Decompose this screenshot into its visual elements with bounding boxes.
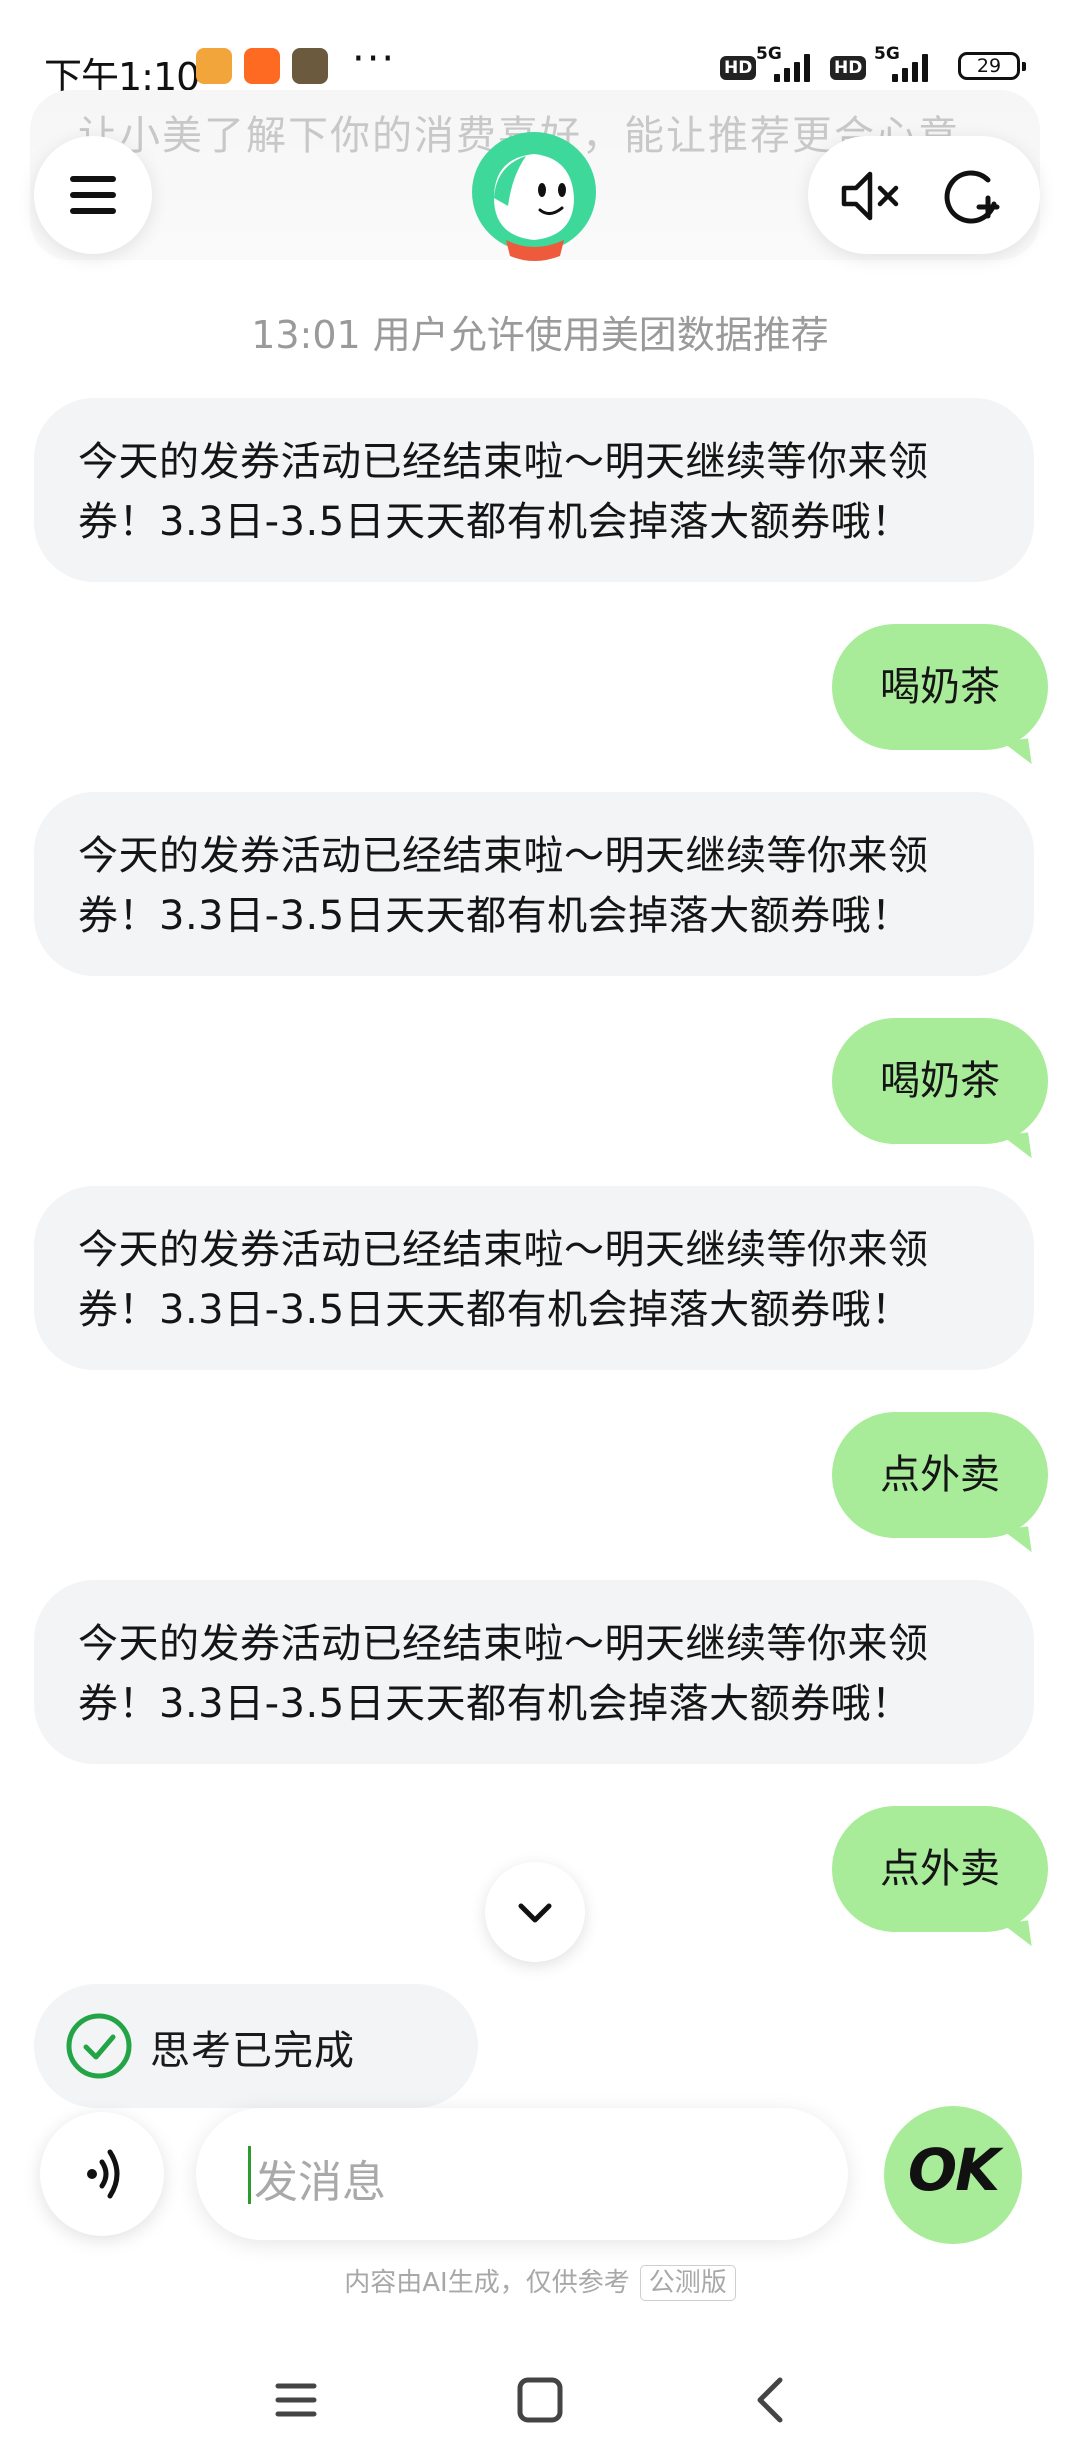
battery-icon: 29 xyxy=(958,52,1026,80)
app-root: 下午1:10 ··· HD 5G HD 5G 29 让小美了解下你的消费喜好，能… xyxy=(0,0,1080,2460)
signal-icon xyxy=(888,52,934,82)
assistant-message[interactable]: 今天的发券活动已经结束啦～明天继续等你来领 券！3.3日-3.5日天天都有机会掉… xyxy=(34,398,1034,582)
disclaimer-text: 内容由AI生成，仅供参考 xyxy=(344,2268,630,2298)
message-line: 券！3.3日-3.5日天天都有机会掉落大额券哦！ xyxy=(78,893,912,939)
signal-icon xyxy=(770,52,816,82)
user-message[interactable]: 喝奶茶 xyxy=(832,1018,1048,1144)
scroll-to-bottom-button[interactable] xyxy=(485,1862,585,1962)
text-caret xyxy=(248,2146,251,2204)
message-line: 今天的发券活动已经结束啦～明天继续等你来领 xyxy=(78,1227,929,1273)
ai-disclaimer: 内容由AI生成，仅供参考 公测版 xyxy=(0,2262,1080,2301)
message-line: 券！3.3日-3.5日天天都有机会掉落大额券哦！ xyxy=(78,499,912,545)
home-icon[interactable] xyxy=(500,2360,580,2440)
message-line: 券！3.3日-3.5日天天都有机会掉落大额券哦！ xyxy=(78,1287,912,1333)
assistant-message[interactable]: 今天的发券活动已经结束啦～明天继续等你来领 券！3.3日-3.5日天天都有机会掉… xyxy=(34,1580,1034,1764)
mascot-avatar[interactable] xyxy=(468,128,600,268)
user-message[interactable]: 喝奶茶 xyxy=(832,624,1048,750)
chevron-down-icon xyxy=(518,1903,552,1923)
send-button[interactable]: OK xyxy=(884,2106,1022,2244)
message-line: 券！3.3日-3.5日天天都有机会掉落大额券哦！ xyxy=(78,1681,912,1727)
hd-badge: HD xyxy=(720,56,757,80)
more-notifications-icon: ··· xyxy=(352,36,397,82)
message-line: 今天的发券活动已经结束啦～明天继续等你来领 xyxy=(78,439,929,485)
thinking-status-label: 思考已完成 xyxy=(150,2028,355,2074)
message-line: 今天的发券活动已经结束啦～明天继续等你来领 xyxy=(78,833,929,879)
back-icon[interactable] xyxy=(732,2360,812,2440)
speaker-mute-icon[interactable] xyxy=(838,164,902,228)
assistant-message[interactable]: 今天的发券活动已经结束啦～明天继续等你来领 券！3.3日-3.5日天天都有机会掉… xyxy=(34,792,1034,976)
system-navigation-bar xyxy=(0,2330,1080,2460)
voice-wave-icon xyxy=(87,2149,120,2199)
check-circle-icon xyxy=(66,2013,132,2079)
message-input[interactable]: 发消息 xyxy=(196,2108,848,2240)
system-message: 13:01 用户允许使用美团数据推荐 xyxy=(251,313,829,357)
new-chat-icon[interactable] xyxy=(940,164,1004,228)
notification-app-icon xyxy=(196,48,232,84)
notification-app-icon xyxy=(292,48,328,84)
user-message[interactable]: 点外卖 xyxy=(832,1412,1048,1538)
message-input-placeholder: 发消息 xyxy=(254,2157,386,2208)
thinking-status-chip[interactable]: 思考已完成 xyxy=(34,1984,478,2108)
assistant-message[interactable]: 今天的发券活动已经结束啦～明天继续等你来领 券！3.3日-3.5日天天都有机会掉… xyxy=(34,1186,1034,1370)
notification-app-icon xyxy=(244,48,280,84)
menu-button[interactable] xyxy=(34,136,152,254)
voice-input-button[interactable] xyxy=(40,2112,164,2236)
header-actions xyxy=(808,136,1040,254)
send-button-label: OK xyxy=(907,2136,1000,2204)
hd-badge: HD xyxy=(830,56,867,80)
recent-apps-icon[interactable] xyxy=(256,2360,336,2440)
beta-badge: 公测版 xyxy=(639,2265,736,2301)
message-line: 今天的发券活动已经结束啦～明天继续等你来领 xyxy=(78,1621,929,1667)
user-message[interactable]: 点外卖 xyxy=(832,1806,1048,1932)
